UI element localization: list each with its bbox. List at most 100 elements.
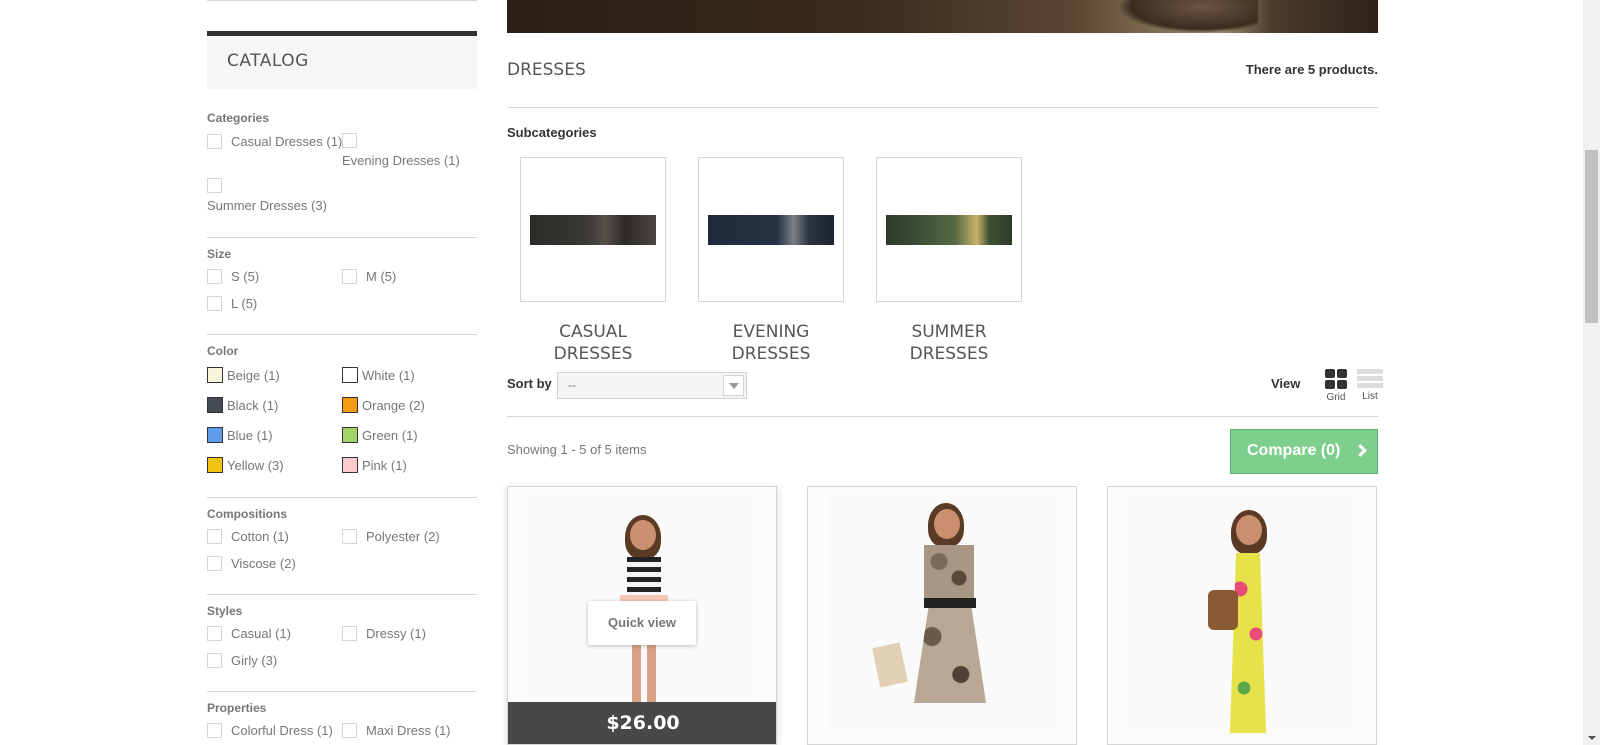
color-swatch[interactable] [207, 427, 223, 443]
filter-option-polyester[interactable]: Polyester (2) [342, 529, 440, 544]
subcategory-label-line: SUMMER [911, 322, 987, 342]
color-option-green[interactable]: Green (1) [342, 427, 418, 443]
checkbox[interactable] [342, 269, 357, 284]
subcategory-casual-dresses[interactable]: CASUAL DRESSES [520, 157, 666, 365]
checkbox[interactable] [207, 178, 222, 193]
filter-option-label: Evening Dresses (1) [342, 153, 460, 168]
product-card[interactable] [807, 486, 1077, 745]
checkbox[interactable] [207, 296, 222, 311]
color-swatch[interactable] [342, 427, 358, 443]
filter-option-label: Casual (1) [231, 626, 291, 641]
color-swatch[interactable] [342, 367, 358, 383]
view-list-button[interactable]: List [1353, 369, 1387, 402]
filter-label: Size [207, 247, 232, 261]
product-image[interactable] [1128, 495, 1358, 735]
filter-option-label: Beige (1) [227, 367, 280, 383]
checkbox[interactable] [207, 269, 222, 284]
product-image[interactable] [828, 495, 1058, 735]
scrollbar-thumb[interactable] [1585, 150, 1598, 323]
subcategory-label-line: EVENING [732, 322, 810, 342]
subcategory-summer-dresses[interactable]: SUMMER DRESSES [876, 157, 1022, 365]
filter-compositions: Compositions Cotton (1) Polyester (2) Vi… [207, 497, 477, 594]
checkbox[interactable] [207, 556, 222, 571]
subcategory-evening-dresses[interactable]: EVENING DRESSES [698, 157, 844, 365]
checkbox[interactable] [342, 133, 357, 148]
view-grid-label: Grid [1326, 392, 1346, 403]
color-option-pink[interactable]: Pink (1) [342, 457, 407, 473]
filter-option-label: Colorful Dress (1) [231, 723, 333, 738]
filter-option-colorful-dress[interactable]: Colorful Dress (1) [207, 723, 333, 738]
checkbox[interactable] [207, 653, 222, 668]
product-card[interactable]: Quick view $26.00 [507, 486, 777, 745]
subcategory-thumbnail[interactable] [520, 157, 666, 302]
subcategory-label-line: CASUAL [559, 322, 627, 342]
chevron-down-icon[interactable] [723, 375, 744, 396]
filter-option-size-l[interactable]: L (5) [207, 296, 257, 311]
grid-icon[interactable] [1325, 369, 1347, 389]
color-option-black[interactable]: Black (1) [207, 397, 278, 413]
filter-option-summer-dresses[interactable]: Summer Dresses (3) [207, 198, 327, 213]
filter-option-casual-dresses[interactable]: Casual Dresses (1) [207, 134, 342, 149]
filter-option-label: Pink (1) [362, 457, 407, 473]
divider [507, 107, 1378, 108]
view-list-label: List [1362, 391, 1378, 402]
subcategory-label[interactable]: EVENING DRESSES [698, 321, 844, 365]
filter-size: Size S (5) M (5) L (5) [207, 237, 477, 334]
filter-option-size-s[interactable]: S (5) [207, 269, 259, 284]
filter-option-label: Viscose (2) [231, 556, 296, 571]
subcategory-label[interactable]: CASUAL DRESSES [520, 321, 666, 365]
color-option-orange[interactable]: Orange (2) [342, 397, 425, 413]
subcategory-label[interactable]: SUMMER DRESSES [876, 321, 1022, 365]
color-swatch[interactable] [207, 397, 223, 413]
sort-select[interactable]: -- [557, 372, 747, 399]
filter-option-label: Summer Dresses (3) [207, 198, 327, 213]
subcategory-thumbnail[interactable] [876, 157, 1022, 302]
filter-option-evening-dresses[interactable]: Evening Dresses (1) [342, 153, 460, 168]
color-option-yellow[interactable]: Yellow (3) [207, 457, 284, 473]
color-swatch[interactable] [207, 457, 223, 473]
checkbox[interactable] [207, 134, 222, 149]
filter-option-girly[interactable]: Girly (3) [207, 653, 277, 668]
subcategories-heading: Subcategories [507, 125, 597, 140]
filter-option-cotton[interactable]: Cotton (1) [207, 529, 289, 544]
view-grid-button[interactable]: Grid [1319, 369, 1353, 403]
scroll-down-arrow-icon[interactable] [1588, 736, 1596, 740]
catalog-title: CATALOG [207, 31, 477, 89]
subcategory-image[interactable] [886, 215, 1012, 245]
category-title: DRESSES [507, 60, 586, 80]
product-card[interactable] [1107, 486, 1377, 745]
compare-button[interactable]: Compare (0) [1230, 429, 1378, 474]
product-price: $26.00 [508, 702, 776, 744]
subcategory-thumbnail[interactable] [698, 157, 844, 302]
divider [507, 416, 1378, 417]
subcategory-label-line: DRESSES [731, 344, 811, 364]
filter-option-casual[interactable]: Casual (1) [207, 626, 291, 641]
filter-categories: Categories Casual Dresses (1) Evening Dr… [207, 108, 477, 236]
subcategory-image[interactable] [530, 215, 656, 245]
color-swatch[interactable] [342, 397, 358, 413]
view-label: View [1271, 376, 1301, 391]
category-banner-image [507, 0, 1378, 33]
filter-option-maxi-dress[interactable]: Maxi Dress (1) [342, 723, 451, 738]
filter-option-viscose[interactable]: Viscose (2) [207, 556, 296, 571]
color-swatch[interactable] [207, 367, 223, 383]
page-scrollbar[interactable] [1583, 0, 1600, 745]
filter-option-size-m[interactable]: M (5) [342, 269, 396, 284]
quick-view-button[interactable]: Quick view [588, 601, 696, 645]
compare-button-label: Compare (0) [1247, 442, 1341, 459]
pagination-summary: Showing 1 - 5 of 5 items [507, 442, 647, 457]
color-option-beige[interactable]: Beige (1) [207, 367, 280, 383]
checkbox[interactable] [342, 529, 357, 544]
color-option-blue[interactable]: Blue (1) [207, 427, 273, 443]
list-icon[interactable] [1357, 369, 1383, 388]
subcategory-image[interactable] [708, 215, 834, 245]
color-option-white[interactable]: White (1) [342, 367, 415, 383]
checkbox[interactable] [207, 626, 222, 641]
checkbox[interactable] [207, 529, 222, 544]
checkbox[interactable] [342, 626, 357, 641]
filter-option-dressy[interactable]: Dressy (1) [342, 626, 426, 641]
color-swatch[interactable] [342, 457, 358, 473]
checkbox[interactable] [342, 723, 357, 738]
checkbox[interactable] [207, 723, 222, 738]
filter-label: Color [207, 344, 239, 358]
